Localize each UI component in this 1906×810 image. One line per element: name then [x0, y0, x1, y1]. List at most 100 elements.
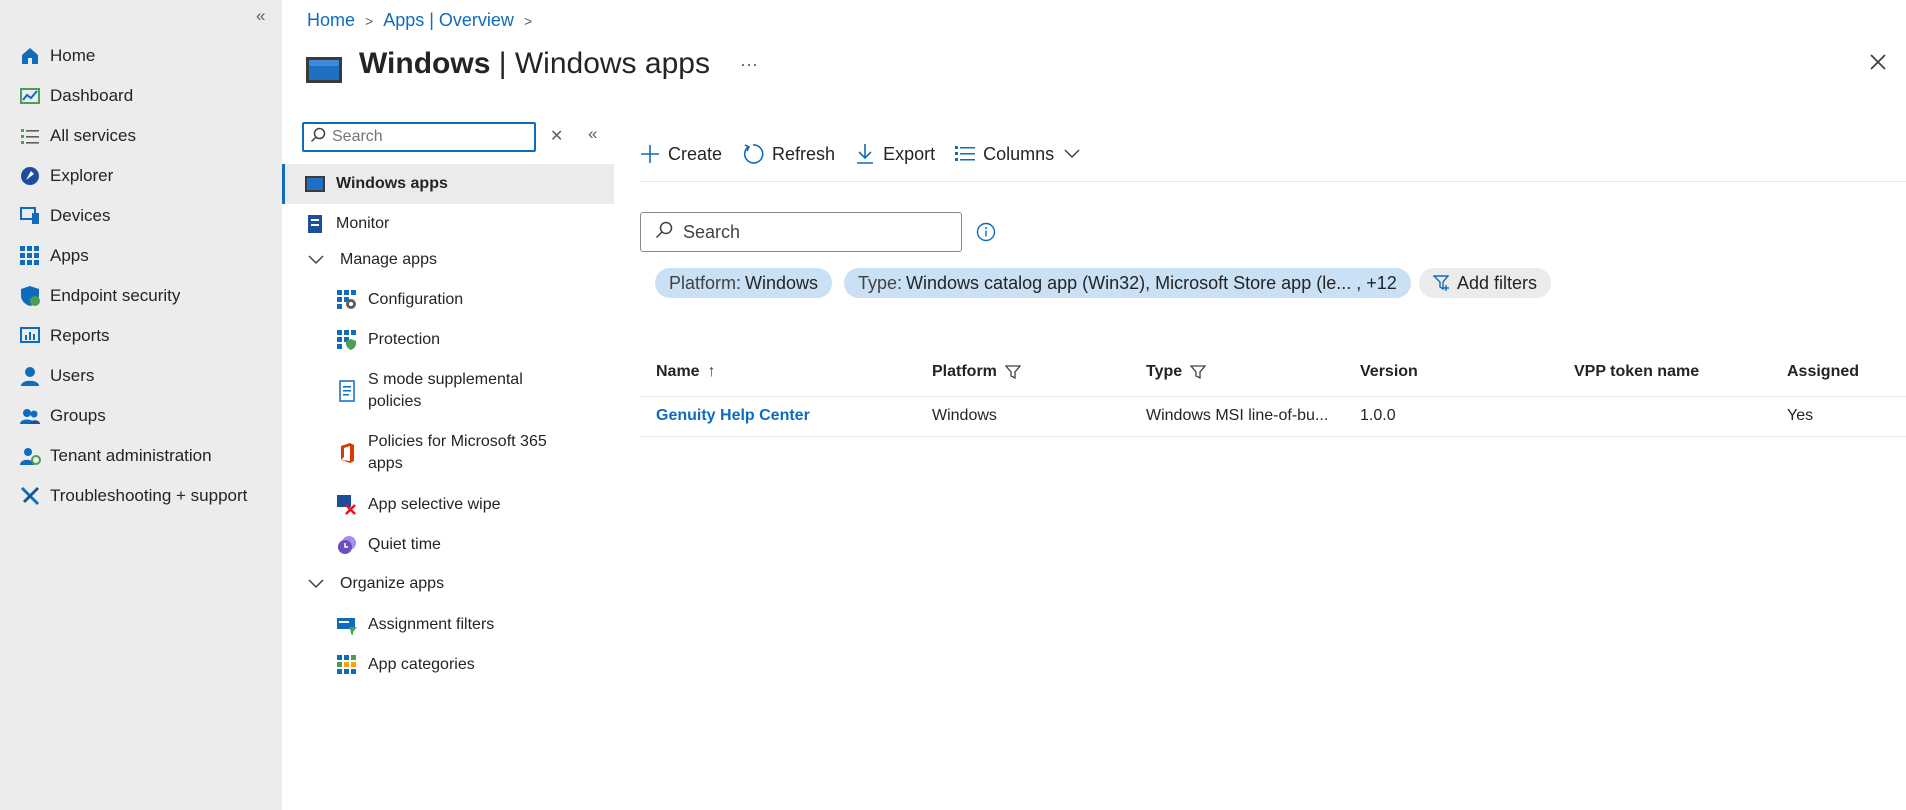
menu-item-quiet-time[interactable]: Quiet time — [282, 526, 614, 564]
collapse-menu-icon[interactable]: « — [588, 124, 597, 144]
global-nav: « Home Dashboard All services Explorer D… — [0, 0, 282, 810]
breadcrumb-apps-overview[interactable]: Apps | Overview — [383, 10, 514, 31]
shield-icon — [18, 284, 42, 308]
nav-item-home[interactable]: Home — [0, 36, 282, 76]
menu-item-monitor[interactable]: Monitor — [282, 204, 614, 244]
export-button[interactable]: Export — [855, 143, 935, 165]
create-button[interactable]: Create — [640, 144, 722, 165]
nav-item-troubleshooting[interactable]: Troubleshooting + support — [0, 476, 282, 516]
menu-search-box[interactable] — [302, 122, 536, 152]
nav-item-tenant-administration[interactable]: Tenant administration — [0, 436, 282, 476]
groups-icon — [18, 404, 42, 428]
windows-device-icon — [304, 173, 326, 195]
app-name-link[interactable]: Genuity Help Center — [656, 407, 810, 424]
nav-item-users[interactable]: Users — [0, 356, 282, 396]
cell-vpp-token-name — [1558, 396, 1771, 437]
column-header-name[interactable]: Name ↑ — [640, 348, 916, 397]
tenant-admin-icon — [18, 444, 42, 468]
chevron-down-icon — [308, 250, 324, 270]
app-categories-icon — [336, 654, 358, 676]
apps-grid-icon — [18, 244, 42, 268]
download-icon — [855, 143, 875, 165]
breadcrumb-home[interactable]: Home — [307, 10, 355, 31]
nav-item-dashboard[interactable]: Dashboard — [0, 76, 282, 116]
column-header-platform[interactable]: Platform — [916, 348, 1130, 397]
office-icon — [336, 442, 358, 464]
menu-item-windows-apps[interactable]: Windows apps — [282, 164, 614, 204]
wrench-icon — [18, 484, 42, 508]
nav-item-devices[interactable]: Devices — [0, 196, 282, 236]
filter-pill-platform[interactable]: Platform: Windows — [655, 268, 833, 298]
windows-device-icon — [305, 56, 343, 84]
column-header-vpp-token-name[interactable]: VPP token name — [1558, 348, 1771, 397]
plus-icon — [640, 144, 660, 164]
quiet-time-icon — [336, 534, 358, 556]
nav-item-groups[interactable]: Groups — [0, 396, 282, 436]
refresh-button[interactable]: Refresh — [742, 143, 835, 165]
nav-item-endpoint-security[interactable]: Endpoint security — [0, 276, 282, 316]
close-icon — [1870, 54, 1886, 70]
search-icon — [310, 127, 326, 148]
info-icon[interactable] — [976, 222, 996, 247]
column-header-assigned[interactable]: Assigned — [1771, 348, 1906, 397]
cell-platform: Windows — [916, 396, 1130, 437]
nav-item-apps[interactable]: Apps — [0, 236, 282, 276]
main-search-input[interactable] — [683, 221, 953, 243]
add-filters-button[interactable]: Add filters — [1419, 268, 1552, 298]
assignment-filter-icon — [336, 614, 358, 636]
menu-item-app-categories[interactable]: App categories — [282, 646, 614, 684]
more-options-button[interactable]: ··· — [740, 54, 758, 75]
page-title: Windows | Windows apps — [359, 47, 710, 80]
filter-icon[interactable] — [1190, 364, 1207, 380]
configuration-icon — [336, 289, 358, 311]
menu-item-m365-policies[interactable]: Policies for Microsoft 365 apps — [282, 430, 614, 476]
protection-icon — [336, 329, 358, 351]
filter-icon[interactable] — [1004, 364, 1021, 380]
chevron-right-icon: > — [523, 12, 533, 29]
devices-icon — [18, 204, 42, 228]
nav-item-reports[interactable]: Reports — [0, 316, 282, 356]
breadcrumb: Home > Apps | Overview > — [307, 10, 542, 31]
menu-group-manage-apps[interactable]: Manage apps — [282, 242, 614, 278]
menu-item-protection[interactable]: Protection — [282, 321, 614, 359]
search-icon — [655, 221, 673, 244]
resource-menu: ✕ « Windows apps Monitor Manage apps Con… — [282, 118, 614, 810]
menu-item-configuration[interactable]: Configuration — [282, 281, 614, 319]
main-search-box[interactable] — [640, 212, 962, 252]
column-header-type[interactable]: Type — [1130, 348, 1344, 397]
divider — [640, 181, 1906, 182]
apps-table: Name ↑ Platform Type Version VPP token na… — [640, 348, 1906, 437]
menu-item-app-selective-wipe[interactable]: App selective wipe — [282, 486, 614, 524]
menu-search-input[interactable] — [332, 128, 532, 146]
menu-item-s-mode-policies[interactable]: S mode supplemental policies — [282, 368, 614, 414]
menu-item-assignment-filters[interactable]: Assignment filters — [282, 606, 614, 644]
column-header-version[interactable]: Version — [1344, 348, 1558, 397]
columns-button[interactable]: Columns — [955, 144, 1088, 165]
cell-type: Windows MSI line-of-bu... — [1130, 396, 1344, 437]
nav-item-explorer[interactable]: Explorer — [0, 156, 282, 196]
cell-version: 1.0.0 — [1344, 396, 1558, 437]
clear-search-icon[interactable]: ✕ — [550, 126, 563, 146]
policy-document-icon — [336, 380, 358, 402]
columns-list-icon — [955, 145, 976, 163]
chevron-right-icon: > — [365, 12, 374, 29]
table-row[interactable]: Genuity Help Center Windows Windows MSI … — [640, 396, 1906, 437]
close-button[interactable] — [1866, 50, 1890, 74]
chevron-down-icon — [308, 574, 324, 594]
reports-icon — [18, 324, 42, 348]
menu-group-organize-apps[interactable]: Organize apps — [282, 566, 614, 602]
refresh-icon — [742, 143, 764, 165]
selective-wipe-icon — [336, 494, 358, 516]
command-bar: Create Refresh Export Columns — [640, 136, 1108, 172]
list-icon — [18, 124, 42, 148]
user-icon — [18, 364, 42, 388]
page-header: Windows | Windows apps ··· — [305, 44, 758, 84]
dashboard-icon — [18, 84, 42, 108]
nav-item-all-services[interactable]: All services — [0, 116, 282, 156]
filter-add-icon — [1433, 274, 1451, 292]
sort-ascending-icon[interactable]: ↑ — [708, 363, 716, 381]
chevron-down-icon — [1064, 149, 1080, 159]
cell-assigned: Yes — [1771, 396, 1906, 437]
filter-pill-type[interactable]: Type: Windows catalog app (Win32), Micro… — [844, 268, 1411, 298]
collapse-nav-button[interactable]: « — [256, 6, 265, 26]
